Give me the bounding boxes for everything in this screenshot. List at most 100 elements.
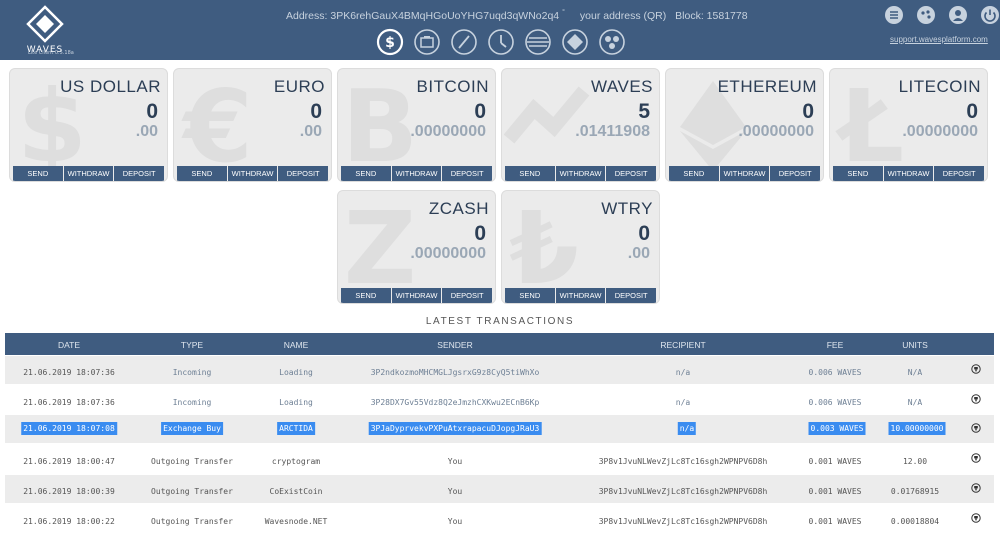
waves-coin-icon[interactable] bbox=[971, 513, 981, 523]
deposit-button[interactable]: DEPOSIT bbox=[934, 166, 985, 181]
send-button[interactable]: SEND bbox=[505, 288, 555, 303]
support-link[interactable]: support.wavesplatform.com bbox=[890, 35, 988, 44]
table-row[interactable]: 21.06.2019 18:07:36 Incoming Loading 3P2… bbox=[5, 386, 994, 414]
waves-coin-icon[interactable] bbox=[971, 453, 981, 463]
cell-sender: 3PJaDyprvekvPXPuAtxrapacuDJopgJRaU3 bbox=[368, 422, 542, 435]
balance-integer: 0 bbox=[802, 100, 814, 123]
col-name[interactable]: NAME bbox=[284, 340, 309, 350]
cell-date: 21.06.2019 18:00:47 bbox=[23, 457, 115, 466]
balance-card-litecoin: Ł LITECOIN 0 .00000000 SEND WITHDRAW DEPOS… bbox=[829, 68, 988, 182]
balance-decimal: .00000000 bbox=[738, 123, 814, 140]
currency-name: ZCASH bbox=[428, 199, 489, 218]
table-row[interactable]: 21.06.2019 18:00:22 Outgoing Transfer Wa… bbox=[5, 505, 994, 533]
waves-coin-icon[interactable] bbox=[971, 483, 981, 493]
col-type[interactable]: TYPE bbox=[181, 340, 203, 350]
user-icon[interactable] bbox=[948, 5, 968, 25]
nav-waves-diamond-icon[interactable] bbox=[559, 26, 590, 57]
balance-integer: 0 bbox=[966, 100, 978, 123]
cell-units: 10.00000000 bbox=[888, 422, 946, 435]
send-button[interactable]: SEND bbox=[13, 166, 63, 181]
logo-subtitle: Lite Client 0.5.18a bbox=[28, 50, 74, 56]
waves-coin-icon[interactable] bbox=[971, 423, 981, 433]
withdraw-button[interactable]: WITHDRAW bbox=[63, 166, 114, 181]
cell-units: N/A bbox=[907, 368, 923, 377]
settings-sliders-icon[interactable] bbox=[884, 5, 904, 25]
send-button[interactable]: SEND bbox=[505, 166, 555, 181]
transactions-title: LATEST TRANSACTIONS bbox=[425, 316, 575, 327]
cell-fee: 0.001 WAVES bbox=[808, 487, 862, 496]
palette-icon[interactable] bbox=[916, 5, 936, 25]
balance-integer: 0 bbox=[474, 222, 486, 245]
cell-sender: You bbox=[447, 487, 463, 496]
balance-integer: 0 bbox=[146, 100, 158, 123]
cell-fee: 0.006 WAVES bbox=[808, 398, 862, 407]
col-units[interactable]: UNITS bbox=[902, 340, 928, 350]
cell-type: Outgoing Transfer bbox=[151, 517, 233, 526]
nav-blocked-icon[interactable] bbox=[448, 26, 479, 57]
col-sender[interactable]: SENDER bbox=[437, 340, 472, 350]
address-qr-link[interactable]: your address (QR) bbox=[580, 10, 666, 22]
cell-units: 12.00 bbox=[902, 457, 928, 466]
address-text[interactable]: Address: 3PK6rehGauX4BMqHGoUoYHG7uqd3qWN… bbox=[286, 10, 559, 22]
withdraw-button[interactable]: WITHDRAW bbox=[227, 166, 278, 181]
balance-decimal: .00 bbox=[299, 123, 322, 140]
withdraw-button[interactable]: WITHDRAW bbox=[391, 166, 442, 181]
svg-text:B: B bbox=[342, 79, 418, 171]
cell-name: CoExistCoin bbox=[269, 487, 323, 496]
nav-clock-icon[interactable] bbox=[485, 26, 516, 57]
deposit-button[interactable]: DEPOSIT bbox=[442, 288, 493, 303]
withdraw-button[interactable]: WITHDRAW bbox=[391, 288, 442, 303]
nav-exchange-lines-icon[interactable] bbox=[522, 26, 553, 57]
address-copy-marker[interactable]: ° bbox=[562, 9, 565, 16]
withdraw-button[interactable]: WITHDRAW bbox=[719, 166, 770, 181]
currency-name: WAVES bbox=[590, 77, 653, 96]
balance-integer: 0 bbox=[474, 100, 486, 123]
nav-wallet-dollar-icon[interactable]: $ bbox=[374, 26, 405, 57]
send-button[interactable]: SEND bbox=[833, 166, 883, 181]
deposit-button[interactable]: DEPOSIT bbox=[770, 166, 821, 181]
send-button[interactable]: SEND bbox=[341, 166, 391, 181]
send-button[interactable]: SEND bbox=[669, 166, 719, 181]
balance-card-ethereum: ETHEREUM 0 .00000000 SEND WITHDRAW DEPOSIT bbox=[665, 68, 824, 182]
main-nav: $ bbox=[374, 26, 633, 58]
header-right-icons bbox=[884, 5, 1000, 25]
send-button[interactable]: SEND bbox=[177, 166, 227, 181]
waves-coin-icon[interactable] bbox=[971, 364, 981, 374]
cell-date: 21.06.2019 18:00:39 bbox=[23, 487, 115, 496]
cell-recipient: 3P8v1JvuNLWevZjLc8Tc16sgh2WPNPV6D8h bbox=[598, 517, 768, 526]
table-row[interactable]: 21.06.2019 18:07:36 Incoming Loading 3P2… bbox=[5, 356, 994, 384]
block-height: Block: 1581778 bbox=[675, 9, 748, 22]
cell-recipient: 3P8v1JvuNLWevZjLc8Tc16sgh2WPNPV6D8h bbox=[598, 487, 768, 496]
balance-card-wtry: ₺ WTRY 0 .00 SEND WITHDRAW DEPOSIT bbox=[501, 190, 660, 304]
deposit-button[interactable]: DEPOSIT bbox=[278, 166, 329, 181]
nav-briefcase-icon[interactable] bbox=[411, 26, 442, 57]
cell-fee: 0.001 WAVES bbox=[808, 517, 862, 526]
col-recipient[interactable]: RECIPIENT bbox=[660, 340, 705, 350]
power-icon[interactable] bbox=[980, 5, 1000, 25]
cell-name: ARCTIDA bbox=[277, 422, 315, 435]
deposit-button[interactable]: DEPOSIT bbox=[442, 166, 493, 181]
deposit-button[interactable]: DEPOSIT bbox=[606, 166, 657, 181]
table-row[interactable]: 21.06.2019 18:00:39 Outgoing Transfer Co… bbox=[5, 475, 994, 503]
send-button[interactable]: SEND bbox=[341, 288, 391, 303]
cell-type: Incoming bbox=[172, 398, 212, 407]
table-row[interactable]: 21.06.2019 18:00:47 Outgoing Transfer cr… bbox=[5, 445, 994, 473]
balance-card-zcash: Z ZCASH 0 .00000000 SEND WITHDRAW DEPOSIT bbox=[337, 190, 496, 304]
col-date[interactable]: DATE bbox=[58, 340, 80, 350]
withdraw-button[interactable]: WITHDRAW bbox=[555, 166, 606, 181]
deposit-button[interactable]: DEPOSIT bbox=[606, 288, 657, 303]
svg-text:€: € bbox=[181, 79, 253, 171]
nav-community-icon[interactable] bbox=[596, 26, 627, 57]
cell-units: N/A bbox=[907, 398, 923, 407]
address-bar: Address: 3PK6rehGauX4BMqHGoUoYHG7uqd3qWN… bbox=[286, 9, 754, 22]
cell-sender: You bbox=[447, 517, 463, 526]
col-fee[interactable]: FEE bbox=[827, 340, 844, 350]
table-row-selected[interactable]: 21.06.2019 18:07:08 Exchange Buy ARCTIDA… bbox=[5, 415, 994, 443]
svg-text:Ł: Ł bbox=[835, 79, 904, 171]
waves-coin-icon[interactable] bbox=[971, 394, 981, 404]
deposit-button[interactable]: DEPOSIT bbox=[114, 166, 165, 181]
currency-name: EURO bbox=[273, 77, 325, 96]
withdraw-button[interactable]: WITHDRAW bbox=[555, 288, 606, 303]
withdraw-button[interactable]: WITHDRAW bbox=[883, 166, 934, 181]
balance-decimal: .01411908 bbox=[575, 123, 650, 140]
